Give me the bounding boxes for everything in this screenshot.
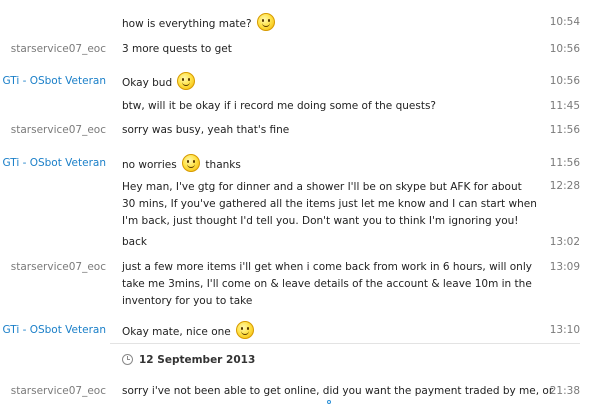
message-time: 12:28 xyxy=(549,180,580,192)
message-time: 13:10 xyxy=(549,324,580,336)
message-time: 11:45 xyxy=(549,100,580,112)
message-text: Okay mate, nice one xyxy=(122,321,538,341)
smile-emoji-icon xyxy=(177,72,196,90)
date-separator: 12 September 2013 xyxy=(122,351,255,369)
message-text: btw, will it be okay if i record me doin… xyxy=(122,100,436,112)
message-text: how is everything mate? xyxy=(122,13,538,33)
message-time: 10:56 xyxy=(549,75,580,87)
date-divider xyxy=(110,343,580,344)
sender-name[interactable]: starservice07_eoc xyxy=(11,40,106,58)
message-text: back xyxy=(122,236,147,248)
sender-name[interactable]: GTi - OSbot Veteran xyxy=(2,321,106,339)
message-text: sorry i've not been able to get online, … xyxy=(122,385,554,397)
message-time: 11:56 xyxy=(549,124,580,136)
message-text: just a few more items i'll get when i co… xyxy=(122,261,532,307)
sender-name[interactable]: GTi - OSbot Veteran xyxy=(2,72,106,90)
smile-emoji-icon xyxy=(256,13,275,31)
message-time: 21:38 xyxy=(549,385,580,397)
sender-name[interactable]: starservice07_eoc xyxy=(11,382,106,400)
sender-name[interactable]: starservice07_eoc xyxy=(11,258,106,276)
message-time: 10:54 xyxy=(549,16,580,28)
smile-emoji-icon xyxy=(182,154,201,172)
message-text: sorry was busy, yeah that's fine xyxy=(122,124,290,136)
message-text: no worries thanks xyxy=(122,154,538,174)
smile-emoji-icon xyxy=(236,321,255,339)
message-time: 13:02 xyxy=(549,236,580,248)
message-time: 11:56 xyxy=(549,157,580,169)
message-text: Hey man, I've gtg for dinner and a showe… xyxy=(122,181,537,227)
clock-icon xyxy=(122,354,133,365)
chat-history: how is everything mate? 10:54 starservic… xyxy=(0,0,594,405)
sender-name[interactable]: starservice07_eoc xyxy=(11,121,106,139)
message-text: 3 more quests to get xyxy=(122,43,232,55)
message-text: Okay bud xyxy=(122,72,538,92)
scroll-indicator[interactable] xyxy=(327,400,331,404)
message-time: 10:56 xyxy=(549,43,580,55)
sender-name[interactable]: GTi - OSbot Veteran xyxy=(2,154,106,172)
message-time: 13:09 xyxy=(549,261,580,273)
